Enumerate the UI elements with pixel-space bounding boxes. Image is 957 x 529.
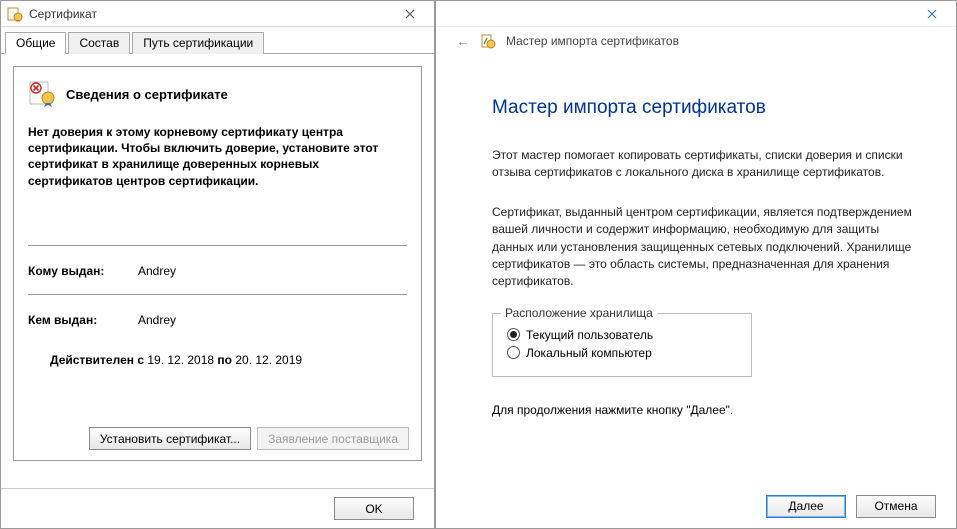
tab-body: Сведения о сертификате Нет доверия к это… xyxy=(1,54,434,488)
wizard-breadcrumb: Мастер импорта сертификатов xyxy=(506,34,679,48)
cancel-button[interactable]: Отмена xyxy=(856,495,936,518)
wizard-icon xyxy=(480,33,496,49)
wizard-footer: Далее Отмена xyxy=(436,484,956,528)
store-location-legend: Расположение хранилища xyxy=(501,306,657,320)
wizard-header: ← Мастер импорта сертификатов xyxy=(436,27,956,59)
import-wizard-dialog: ← Мастер импорта сертификатов Мастер имп… xyxy=(435,0,957,529)
tab-bar: Общие Состав Путь сертификации xyxy=(1,31,434,54)
certificate-dialog: Сертификат Общие Состав Путь сертификаци… xyxy=(0,0,435,529)
certificate-info-panel: Сведения о сертификате Нет доверия к это… xyxy=(13,66,422,461)
wizard-hint: Для продолжения нажмите кнопку "Далее". xyxy=(492,403,916,417)
issued-by-label: Кем выдан: xyxy=(28,313,138,327)
issued-to-value: Andrey xyxy=(138,264,176,278)
tab-cert-path[interactable]: Путь сертификации xyxy=(132,32,264,54)
issued-to-label: Кому выдан: xyxy=(28,264,138,278)
certificate-warning-icon xyxy=(28,79,56,110)
close-button[interactable] xyxy=(390,4,430,24)
radio-icon xyxy=(507,346,520,359)
issued-by-value: Andrey xyxy=(138,313,176,327)
radio-current-user[interactable]: Текущий пользователь xyxy=(507,328,737,342)
tab-general[interactable]: Общие xyxy=(5,32,66,54)
trust-warning-text: Нет доверия к этому корневому сертификат… xyxy=(28,124,407,189)
validity-line: Действителен с 19. 12. 2018 по 20. 12. 2… xyxy=(28,353,407,367)
wizard-intro-2: Сертификат, выданный центром сертификаци… xyxy=(492,204,916,291)
issuer-statement-button: Заявление поставщика xyxy=(257,427,409,450)
certificate-app-icon xyxy=(7,6,23,22)
separator xyxy=(28,294,407,295)
wizard-close-button[interactable] xyxy=(912,4,952,24)
panel-heading: Сведения о сертификате xyxy=(66,87,228,102)
radio-local-machine[interactable]: Локальный компьютер xyxy=(507,346,737,360)
back-arrow-icon[interactable]: ← xyxy=(456,33,470,49)
window-title: Сертификат xyxy=(29,7,390,21)
wizard-body: Мастер импорта сертификатов Этот мастер … xyxy=(436,59,956,484)
dialog-footer: OK xyxy=(1,488,434,528)
store-location-group: Расположение хранилища Текущий пользоват… xyxy=(492,313,752,377)
radio-current-user-label: Текущий пользователь xyxy=(526,328,653,342)
separator xyxy=(28,245,407,246)
titlebar: Сертификат xyxy=(1,1,434,27)
wizard-intro-1: Этот мастер помогает копировать сертифик… xyxy=(492,147,916,182)
wizard-titlebar xyxy=(436,1,956,27)
tab-details[interactable]: Состав xyxy=(68,32,130,54)
wizard-heading: Мастер импорта сертификатов xyxy=(492,97,916,119)
radio-local-machine-label: Локальный компьютер xyxy=(526,346,652,360)
radio-icon xyxy=(507,328,520,341)
ok-button[interactable]: OK xyxy=(334,497,414,520)
install-certificate-button[interactable]: Установить сертификат... xyxy=(89,427,251,450)
next-button[interactable]: Далее xyxy=(766,495,846,518)
